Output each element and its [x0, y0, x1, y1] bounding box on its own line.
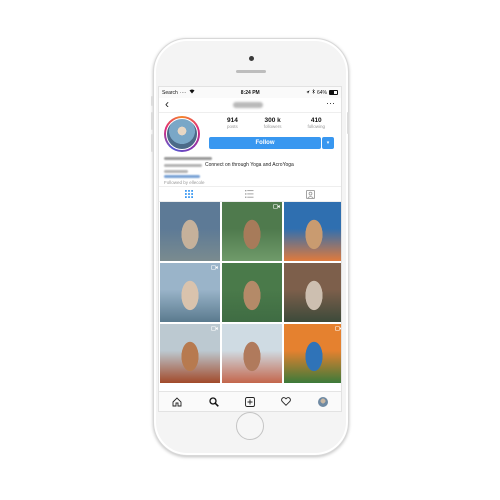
video-icon — [211, 265, 218, 270]
profile-avatar[interactable] — [166, 118, 198, 150]
stat-followers[interactable]: 300 k followers — [264, 117, 282, 129]
video-icon — [273, 204, 280, 209]
list-icon[interactable] — [245, 189, 255, 199]
profile-header: 914 posts 300 k followers 410 following … — [159, 113, 341, 186]
follow-actions: Follow ▾ — [209, 137, 334, 149]
location-icon — [306, 89, 310, 96]
status-bar: Search ···· 8:24 PM 64% — [159, 87, 341, 98]
mute-switch — [151, 96, 153, 106]
posts-grid — [159, 202, 341, 383]
bio-line-redacted — [164, 170, 188, 173]
profile-tab[interactable] — [317, 396, 329, 408]
posts-count: 914 — [226, 117, 238, 124]
profile-bio: Connect on through Yoga and AcroYoga Fol… — [164, 157, 340, 185]
post-thumbnail[interactable] — [284, 324, 341, 383]
bio-prefix-redacted — [164, 163, 202, 167]
profile-stats: 914 posts 300 k followers 410 following — [214, 117, 338, 129]
home-icon[interactable] — [171, 396, 183, 408]
followers-count: 300 k — [264, 117, 281, 124]
back-chevron-icon[interactable]: ‹ — [165, 98, 169, 110]
bottom-tab-bar — [159, 391, 341, 411]
stat-posts[interactable]: 914 posts — [227, 117, 238, 129]
post-thumbnail[interactable] — [222, 263, 282, 322]
status-time: 8:24 PM — [240, 89, 260, 96]
battery-percent: 64% — [316, 89, 327, 96]
bio-text: Connect on through Yoga and AcroYoga — [205, 162, 294, 168]
video-icon — [335, 326, 341, 331]
add-post-icon[interactable] — [244, 396, 256, 408]
stat-following[interactable]: 410 following — [308, 117, 326, 129]
search-icon[interactable] — [208, 396, 220, 408]
front-camera — [249, 56, 254, 61]
following-count: 410 — [310, 117, 322, 124]
post-thumbnail[interactable] — [160, 263, 220, 322]
app-screen: Search ···· 8:24 PM 64% ‹ ··· 914 posts … — [158, 86, 342, 412]
home-button[interactable] — [236, 412, 264, 440]
post-thumbnail[interactable] — [222, 202, 282, 261]
suggested-dropdown-button[interactable]: ▾ — [322, 137, 334, 149]
volume-up-button — [151, 112, 153, 130]
power-button — [347, 112, 349, 134]
back-to-search-label[interactable]: Search — [162, 90, 178, 96]
grid-icon[interactable] — [184, 189, 194, 199]
username-title-redacted — [232, 102, 263, 108]
post-thumbnail[interactable] — [160, 324, 220, 383]
heart-icon[interactable] — [280, 396, 292, 408]
story-ring[interactable] — [164, 116, 200, 152]
post-thumbnail[interactable] — [284, 263, 341, 322]
followers-label: followers — [263, 124, 282, 129]
volume-down-button — [151, 134, 153, 152]
profile-view-tabs — [159, 186, 341, 202]
posts-label: posts — [227, 124, 238, 129]
profile-nav-bar: ‹ ··· — [159, 98, 341, 113]
bio-line: Connect on through Yoga and AcroYoga — [164, 162, 340, 168]
battery-icon — [329, 90, 338, 95]
post-thumbnail[interactable] — [222, 324, 282, 383]
followed-by-text[interactable]: Followed by ellecole — [164, 180, 340, 185]
wifi-icon — [189, 89, 195, 96]
video-icon — [211, 326, 218, 331]
website-link-redacted[interactable] — [164, 175, 200, 178]
more-options-icon[interactable]: ··· — [326, 98, 335, 108]
post-thumbnail[interactable] — [284, 202, 341, 261]
signal-indicator: ···· — [179, 89, 187, 96]
profile-avatar — [317, 396, 328, 407]
following-label: following — [307, 124, 326, 129]
post-thumbnail[interactable] — [160, 202, 220, 261]
display-name-redacted — [164, 157, 212, 160]
follow-button[interactable]: Follow — [209, 137, 321, 149]
earpiece-speaker — [236, 70, 266, 73]
tagged-icon[interactable] — [306, 189, 316, 199]
bluetooth-icon — [312, 88, 315, 96]
